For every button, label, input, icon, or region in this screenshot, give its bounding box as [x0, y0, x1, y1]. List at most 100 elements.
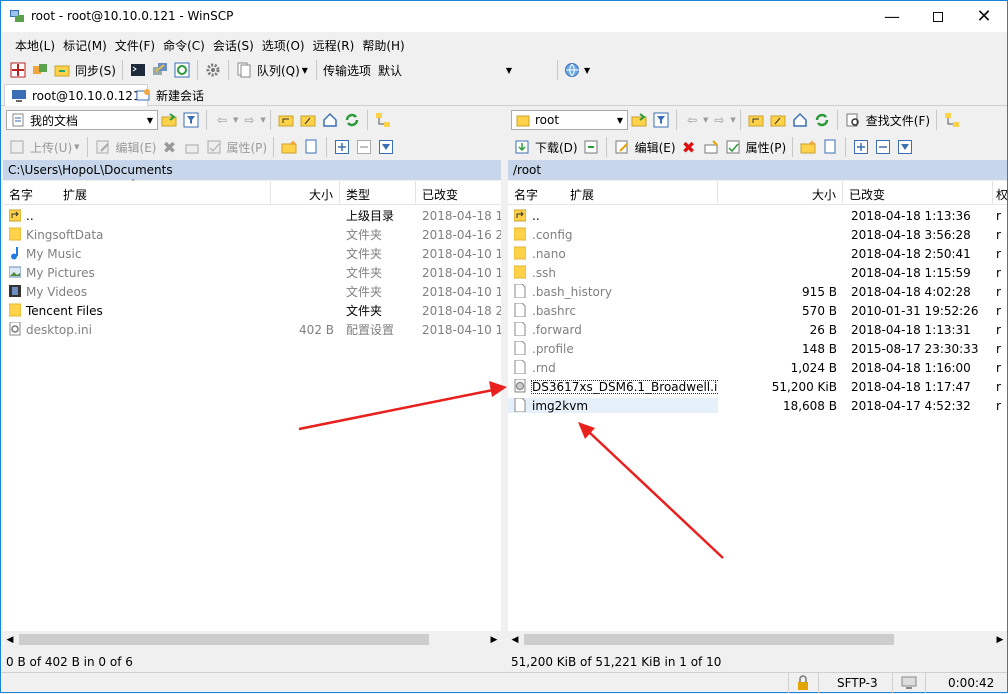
file-row[interactable]: .. 上级目录 2018-04-18 1:5 [3, 206, 501, 225]
scroll-thumb[interactable] [524, 634, 894, 645]
putty-icon[interactable] [151, 61, 169, 79]
right-location-select[interactable]: root ▼ [511, 110, 628, 130]
compare-dirs-icon[interactable] [9, 61, 27, 79]
scroll-thumb[interactable] [19, 634, 429, 645]
chevron-down-icon[interactable]: ▼ [584, 66, 590, 75]
sync-icon[interactable] [53, 61, 71, 79]
new-folder-icon[interactable] [280, 138, 298, 156]
close-button[interactable]: ✕ [961, 1, 1007, 32]
file-row[interactable]: .profile 148 B 2015-08-17 23:30:33 r [508, 339, 1007, 358]
forward-arrow-icon[interactable]: ⇨ [710, 111, 728, 129]
preferences-gear-icon[interactable] [204, 61, 222, 79]
column-name-header[interactable]: 名字 扩展 ˄ [508, 181, 718, 204]
chevron-down-icon[interactable]: ▼ [302, 66, 308, 75]
new-folder-icon[interactable] [799, 138, 817, 156]
refresh-icon[interactable] [343, 111, 361, 129]
transfer-settings-select[interactable]: 默认 ▼ [372, 60, 517, 80]
synchronize-browsing-icon[interactable] [31, 61, 49, 79]
menu-item[interactable]: 命令(C) [159, 34, 209, 56]
globe-sync-icon[interactable] [564, 61, 582, 79]
left-properties-button-label[interactable]: 属性(P) [227, 139, 268, 156]
column-changed-header[interactable]: 已改变 [843, 181, 993, 204]
properties-icon[interactable] [724, 138, 742, 156]
file-row[interactable]: DS3617xs_DSM6.1_Broadwell.img 51,200 KiB 2… [508, 377, 1007, 396]
new-file-icon[interactable] [302, 138, 320, 156]
find-files-icon[interactable] [844, 111, 862, 129]
right-edit-button-label[interactable]: 编辑(E) [635, 139, 676, 156]
unselect-minus-icon[interactable] [355, 138, 373, 156]
edit-icon[interactable] [94, 138, 112, 156]
right-path-bar[interactable]: /root [508, 160, 1007, 180]
new-file-icon[interactable] [821, 138, 839, 156]
refresh-icon[interactable] [813, 111, 831, 129]
rename-icon[interactable] [183, 138, 201, 156]
edit-icon[interactable] [613, 138, 631, 156]
filter-icon[interactable] [182, 111, 200, 129]
column-ext-header[interactable]: 扩展 [570, 186, 594, 203]
file-row[interactable]: Tencent Files 文件夹 2018-04-18 2:0 [3, 301, 501, 320]
select-all-plus-icon[interactable] [852, 138, 870, 156]
file-row[interactable]: KingsoftData 文件夹 2018-04-16 23 [3, 225, 501, 244]
console-icon[interactable] [129, 61, 147, 79]
left-edit-button-label[interactable]: 编辑(E) [116, 139, 157, 156]
file-row[interactable]: img2kvm 18,608 B 2018-04-17 4:52:32 r [508, 396, 1007, 415]
scroll-right-icon[interactable]: ▶ [993, 635, 1007, 645]
file-row[interactable]: .bashrc 570 B 2010-01-31 19:52:26 r [508, 301, 1007, 320]
filter-select-icon[interactable] [377, 138, 395, 156]
filter-select-icon[interactable] [896, 138, 914, 156]
sync-label[interactable]: 同步(S) [75, 62, 116, 79]
file-row[interactable]: .bash_history 915 B 2018-04-18 4:02:28 r [508, 282, 1007, 301]
scroll-left-icon[interactable]: ◀ [508, 635, 522, 645]
menu-item[interactable]: 帮助(H) [358, 34, 408, 56]
right-horizontal-scrollbar[interactable]: ◀ ▶ [508, 631, 1007, 648]
file-row[interactable]: My Pictures 文件夹 2018-04-10 14 [3, 263, 501, 282]
properties-icon[interactable] [205, 138, 223, 156]
tab-new-session[interactable]: 新建会话 [129, 84, 210, 106]
file-row[interactable]: .rnd 1,024 B 2018-04-18 1:16:00 r [508, 358, 1007, 377]
file-row[interactable]: My Music 文件夹 2018-04-10 14 [3, 244, 501, 263]
download-icon[interactable] [513, 138, 531, 156]
menu-item[interactable]: 本地(L) [11, 34, 59, 56]
download-button-label[interactable]: 下载(D) [535, 139, 578, 156]
root-dir-icon[interactable] [299, 111, 317, 129]
left-path-bar[interactable]: C:\Users\HopoL\Documents [3, 160, 501, 180]
tab-session[interactable]: root@10.10.0.121 [4, 84, 148, 106]
file-row[interactable]: .nano 2018-04-18 2:50:41 r [508, 244, 1007, 263]
find-files-label[interactable]: 查找文件(F) [866, 112, 930, 129]
column-size-header[interactable]: 大小 [718, 181, 843, 204]
column-name-header[interactable]: 名字 扩展 ˄ [3, 179, 271, 204]
minimize-button[interactable]: — [869, 1, 915, 32]
maximize-button[interactable] [915, 1, 961, 32]
column-size-header[interactable]: 大小 [271, 181, 340, 204]
root-dir-icon[interactable] [769, 111, 787, 129]
file-row[interactable]: .config 2018-04-18 3:56:28 r [508, 225, 1007, 244]
menu-item[interactable]: 标记(M) [59, 34, 111, 56]
upload-button-label[interactable]: 上传(U) [30, 139, 72, 156]
column-ext-header[interactable]: 扩展 [63, 186, 87, 203]
filter-icon[interactable] [652, 111, 670, 129]
rename-icon[interactable] [702, 138, 720, 156]
file-row[interactable]: desktop.ini 402 B 配置设置 2018-04-10 14 [3, 320, 501, 339]
column-type-header[interactable]: 类型 [340, 181, 416, 204]
right-properties-button-label[interactable]: 属性(P) [746, 139, 787, 156]
delete-icon[interactable]: ✖ [680, 138, 698, 157]
scroll-right-icon[interactable]: ▶ [487, 635, 501, 645]
queue-label[interactable]: 队列(Q) [257, 62, 300, 79]
tree-view-icon[interactable] [943, 111, 961, 129]
open-folder-icon[interactable] [160, 111, 178, 129]
parent-dir-icon[interactable] [277, 111, 295, 129]
home-icon[interactable] [321, 111, 339, 129]
tree-view-icon[interactable] [374, 111, 392, 129]
file-row[interactable]: .ssh 2018-04-18 1:15:59 r [508, 263, 1007, 282]
unselect-minus-icon[interactable] [874, 138, 892, 156]
menu-item[interactable]: 会话(S) [209, 34, 258, 56]
delete-icon[interactable]: ✖ [161, 138, 179, 157]
left-location-select[interactable]: 我的文档 ▼ [6, 110, 158, 130]
download-queue-icon[interactable] [582, 138, 600, 156]
forward-arrow-icon[interactable]: ⇨ [240, 111, 258, 129]
queue-icon[interactable] [235, 61, 253, 79]
column-changed-header[interactable]: 已改变 [416, 181, 501, 204]
menu-item[interactable]: 远程(R) [309, 34, 359, 56]
back-arrow-icon[interactable]: ⇦ [213, 111, 231, 129]
upload-icon[interactable] [8, 138, 26, 156]
